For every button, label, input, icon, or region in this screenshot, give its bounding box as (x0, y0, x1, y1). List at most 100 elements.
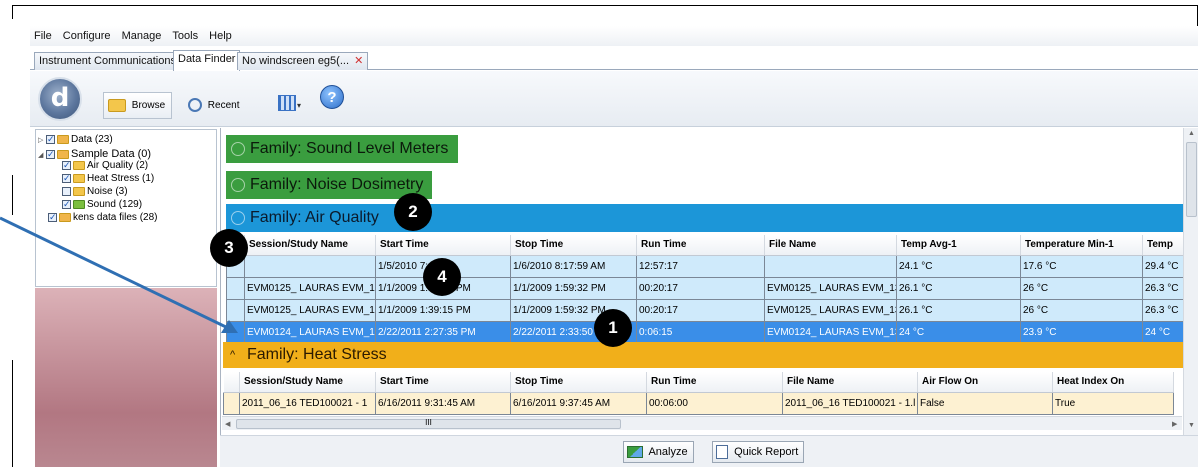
folder-icon (73, 173, 85, 183)
tree-item-label: Air Quality (2) (87, 160, 149, 171)
tree-item-data[interactable]: ▷ Data (23) (38, 133, 113, 147)
quick-report-button[interactable]: Quick Report (712, 441, 805, 463)
table-cell: 24 °C (896, 320, 1021, 344)
column-chooser-button[interactable]: ▾ (278, 92, 302, 114)
column-header[interactable]: Start Time (375, 372, 511, 393)
family-name: Noise Dosimetry (306, 176, 424, 193)
database-icon (59, 212, 71, 222)
tab-data-finder[interactable]: Data Finder (173, 50, 241, 71)
table-cell: EVM0124_ LAURAS EVM_13 (764, 320, 897, 344)
close-icon[interactable]: ✕ (354, 55, 363, 67)
analyze-button[interactable]: Analyze (623, 441, 694, 463)
checkbox[interactable] (46, 133, 55, 145)
row-selector[interactable] (226, 276, 245, 300)
table-cell: 6/16/2011 9:31:45 AM (375, 391, 511, 415)
table-cell: 26 °C (1020, 298, 1143, 322)
column-header[interactable]: Run Time (636, 235, 765, 256)
checkbox[interactable] (62, 159, 71, 171)
table-cell: 1/6/2010 8:17:59 AM (510, 254, 637, 278)
tree-item-sound[interactable]: Sound (129) (62, 198, 142, 211)
table-row-selected[interactable]: EVM0124_ LAURAS EVM_13 2/22/2011 2:27:35… (226, 320, 1184, 344)
scrollbar-thumb[interactable]: III (236, 419, 621, 429)
column-header[interactable]: Session/Study Name (239, 372, 376, 393)
tab-strip: Instrument Communications Data Finder No… (30, 50, 1198, 71)
chart-icon (627, 446, 643, 459)
column-header[interactable]: Stop Time (510, 372, 647, 393)
column-header[interactable]: Run Time (646, 372, 783, 393)
checkbox[interactable] (62, 172, 71, 184)
scroll-left-icon[interactable]: ◀ (225, 420, 230, 428)
row-selector[interactable] (226, 298, 245, 322)
table-row[interactable]: EVM0125_ LAURAS EVM_13 1/1/2009 1:39:15 … (226, 298, 1184, 322)
family-prefix: Family: (250, 176, 302, 193)
checkbox[interactable] (62, 198, 71, 210)
table-header-row: Session/Study Name Start Time Stop Time … (226, 235, 1184, 256)
table-cell: 0:06:15 (636, 320, 765, 344)
recent-button[interactable]: Recent (183, 92, 246, 119)
tree-item-kens-data-files[interactable]: kens data files (28) (48, 211, 158, 224)
table-cell: 26.3 °C (1142, 276, 1184, 300)
family-header-heat-stress[interactable]: ^ Family: Heat Stress (223, 342, 1186, 368)
scroll-down-icon[interactable]: ▼ (1188, 422, 1195, 429)
column-header[interactable]: Start Time (375, 235, 511, 256)
tree-item-heat-stress[interactable]: Heat Stress (1) (62, 172, 155, 185)
column-header[interactable]: Temperature Min-1 (1020, 235, 1143, 256)
row-selector[interactable] (226, 320, 245, 344)
checkbox[interactable] (62, 186, 71, 196)
table-row[interactable]: 1/5/2010 7:... 1/6/2010 8:17:59 AM 12:57… (226, 254, 1184, 278)
tree-item-air-quality[interactable]: Air Quality (2) (62, 159, 149, 172)
tab-label: Data Finder (178, 53, 236, 65)
menu-tools[interactable]: Tools (172, 26, 198, 46)
collapse-arrow-icon[interactable]: ◢ (38, 150, 46, 162)
browse-button[interactable]: Browse (103, 92, 173, 119)
chevron-up-icon[interactable]: ^ (230, 342, 235, 368)
menu-file[interactable]: File (34, 26, 52, 46)
scroll-up-icon[interactable]: ▲ (1188, 130, 1195, 137)
family-header-air-quality[interactable]: Family: Air Quality (226, 204, 1183, 232)
table-cell (764, 254, 897, 278)
circle-icon (231, 211, 245, 225)
data-tree: ▷ Data (23) ◢ Sample Data (0) Air Quality … (35, 129, 217, 287)
table-cell: 26.1 °C (896, 276, 1021, 300)
column-header[interactable]: File Name (782, 372, 918, 393)
tab-instrument-communications[interactable]: Instrument Communications (34, 52, 181, 70)
family-header-noise-dosimetry[interactable]: Family: Noise Dosimetry (226, 171, 432, 199)
row-selector[interactable] (223, 391, 240, 415)
table-cell: 2011_06_16 TED100021 - 1 (239, 391, 376, 415)
column-header[interactable]: Session/Study Name (244, 235, 376, 256)
tab-no-windscreen[interactable]: No windscreen eg5(... ✕ (237, 52, 369, 70)
column-header[interactable]: Temp Avg-1 (896, 235, 1021, 256)
expand-arrow-icon[interactable]: ▷ (38, 135, 46, 147)
row-header-cell (223, 372, 240, 393)
database-icon (57, 134, 69, 144)
heat-stress-table: Session/Study Name Start Time Stop Time … (223, 372, 1174, 415)
tree-item-label: Heat Stress (1) (87, 173, 155, 184)
table-row[interactable]: 2011_06_16 TED100021 - 1 6/16/2011 9:31:… (223, 391, 1174, 415)
help-icon[interactable]: ? (320, 85, 344, 109)
scrollbar-thumb[interactable] (1186, 142, 1197, 217)
checkbox[interactable] (46, 148, 55, 160)
column-header[interactable]: Stop Time (510, 235, 637, 256)
table-cell (244, 254, 376, 278)
tab-label: No windscreen eg5(... (242, 55, 349, 67)
horizontal-scrollbar[interactable]: ◀ III ▶ (222, 416, 1182, 430)
tree-item-sample-data[interactable]: ◢ Sample Data (0) (38, 148, 151, 160)
vertical-scrollbar[interactable]: ▲ ▼ (1183, 128, 1198, 435)
menu-manage[interactable]: Manage (122, 26, 162, 46)
menu-help[interactable]: Help (209, 26, 232, 46)
table-cell: 00:20:17 (636, 276, 765, 300)
checkbox[interactable] (48, 211, 57, 223)
table-cell: 6/16/2011 9:37:45 AM (510, 391, 647, 415)
menu-configure[interactable]: Configure (63, 26, 111, 46)
table-row[interactable]: EVM0125_ LAURAS EVM_13 1/1/2009 1:39:15 … (226, 276, 1184, 300)
column-header[interactable]: Heat Index On (1052, 372, 1174, 393)
column-header[interactable]: Temp (1142, 235, 1184, 256)
column-header[interactable]: Air Flow On (917, 372, 1053, 393)
scroll-right-icon[interactable]: ▶ (1172, 420, 1177, 428)
column-header[interactable]: File Name (764, 235, 897, 256)
table-cell: 17.6 °C (1020, 254, 1143, 278)
callout-4: 4 (423, 258, 461, 296)
family-header-sound-level-meters[interactable]: Family: Sound Level Meters (226, 135, 458, 163)
tree-item-noise[interactable]: Noise (3) (62, 186, 128, 198)
table-cell: 1/1/2009 1:39:15 PM (375, 298, 511, 322)
